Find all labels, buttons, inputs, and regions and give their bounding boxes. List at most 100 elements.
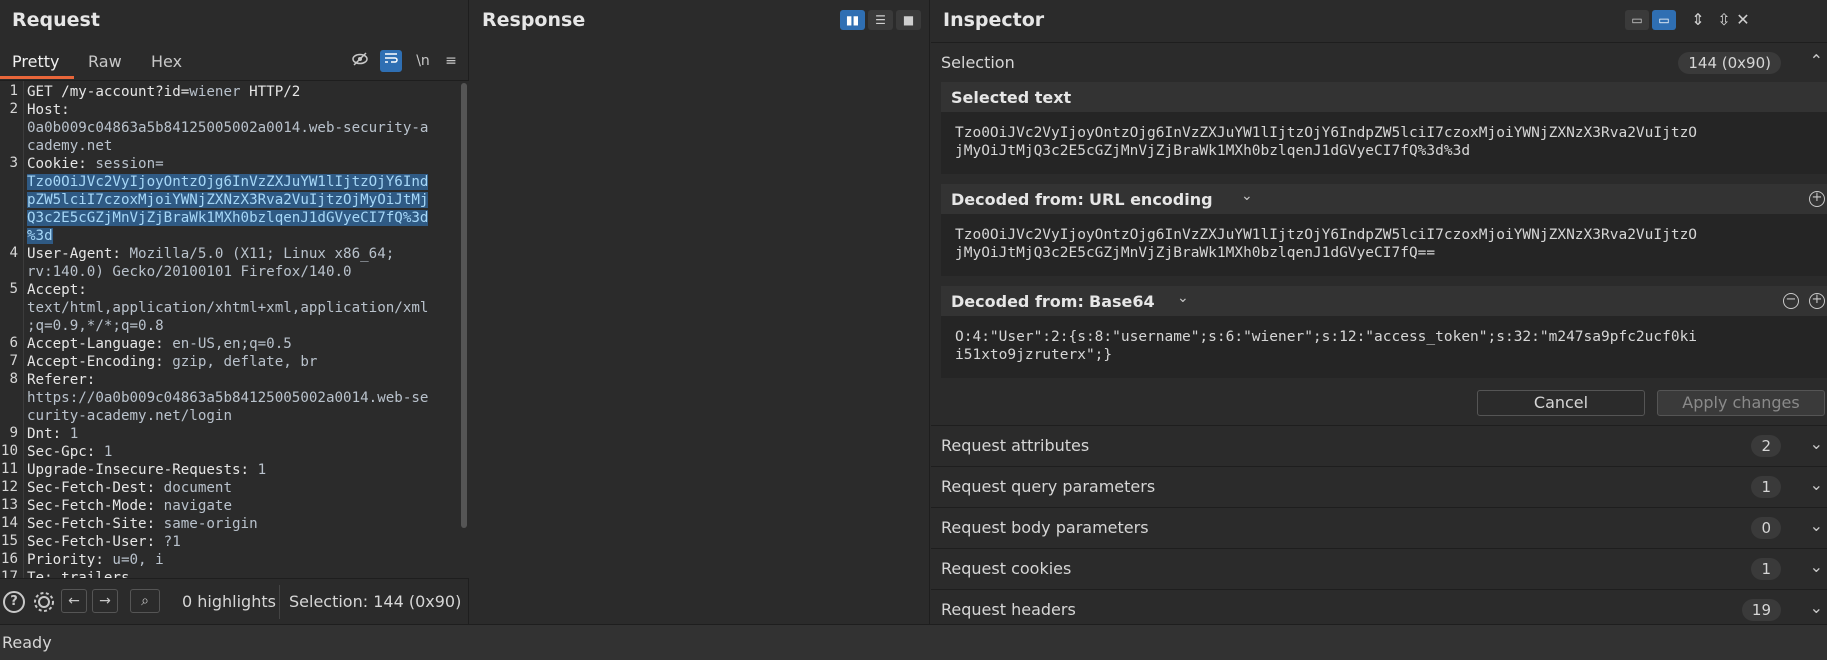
decoded-b64-line: O:4:"User":2:{s:8:"username";s:6:"wiener… bbox=[955, 329, 1698, 345]
header-value: 1 bbox=[257, 462, 267, 478]
header-value: cademy.net bbox=[27, 138, 113, 154]
tab-pretty[interactable]: Pretty bbox=[12, 52, 59, 71]
header-name: Upgrade-Insecure-Requests: bbox=[27, 462, 258, 478]
bottom-separator bbox=[279, 585, 280, 619]
inspector-title: Inspector bbox=[943, 9, 1045, 31]
inspector-section-row[interactable]: Request query parameters 1 ⌄ bbox=[931, 467, 1827, 507]
layout-side-by-side-icon[interactable]: ▮▮ bbox=[840, 10, 865, 30]
cancel-button[interactable]: Cancel bbox=[1477, 390, 1645, 416]
header-value: same-origin bbox=[163, 516, 258, 532]
selected-text-line: Tzo0OiJVc2VyIjoyOntzOjg6InVzZXJuYW1lIjtz… bbox=[955, 125, 1698, 141]
eye-off-icon[interactable] bbox=[349, 50, 371, 72]
code-line: Sec-Fetch-Mode: navigate bbox=[27, 497, 457, 515]
header-name: Accept-Language: bbox=[27, 336, 173, 352]
code-line: GET /my-account?id=wiener HTTP/2 bbox=[27, 83, 457, 101]
chevron-down-icon[interactable]: ⌄ bbox=[1810, 516, 1823, 535]
inspector-layout-left-icon[interactable]: ▭ bbox=[1625, 10, 1649, 30]
line-number: 12 bbox=[0, 479, 18, 495]
collapse-all-icon[interactable]: ⇳ bbox=[1712, 10, 1736, 30]
header-name: Sec-Gpc: bbox=[27, 444, 104, 460]
apply-changes-button[interactable]: Apply changes bbox=[1657, 390, 1825, 416]
active-tab-indicator bbox=[0, 76, 74, 79]
chevron-down-icon[interactable]: ⌄ bbox=[1810, 434, 1823, 453]
layout-stacked-icon[interactable]: ☰ bbox=[868, 10, 893, 30]
search-icon[interactable]: ⌕ bbox=[130, 589, 160, 613]
header-name: Accept-Encoding: bbox=[27, 354, 173, 370]
forward-arrow-icon[interactable]: → bbox=[92, 589, 118, 613]
help-icon[interactable]: ? bbox=[3, 591, 25, 613]
code-line: Tzo0OiJVc2VyIjoyOntzOjg6InVzZXJuYW1lIjtz… bbox=[27, 173, 457, 191]
chevron-down-icon[interactable]: ⌄ bbox=[1241, 188, 1253, 204]
request-bottom-bar: ? ← → ⌕ 0 highlights Selection: 144 (0x9… bbox=[0, 578, 469, 624]
request-code[interactable]: GET /my-account?id=wiener HTTP/2 Host: 0a0… bbox=[27, 83, 457, 578]
header-value: curity-academy.net/login bbox=[27, 408, 232, 424]
header-value: u=0, i bbox=[112, 552, 164, 568]
line-number: 4 bbox=[9, 245, 18, 261]
code-line: Upgrade-Insecure-Requests: 1 bbox=[27, 461, 457, 479]
line-number: 1 bbox=[9, 83, 18, 99]
code-line: Te: trailers bbox=[27, 569, 457, 578]
header-name: User-Agent: bbox=[27, 246, 130, 262]
decoded-url-line: Tzo0OiJVc2VyIjoyOntzOjg6InVzZXJuYW1lIjtz… bbox=[955, 227, 1698, 243]
decoding-select-base64[interactable]: Base64 bbox=[1089, 292, 1155, 311]
header-value: ;q=0.9,*/*;q=0.8 bbox=[27, 318, 164, 334]
code-line: rv:140.0) Gecko/20100101 Firefox/140.0 bbox=[27, 263, 457, 281]
code-line: Cookie: session= bbox=[27, 155, 457, 173]
selected-text-box[interactable]: Tzo0OiJVc2VyIjoyOntzOjg6InVzZXJuYW1lIjtz… bbox=[941, 112, 1827, 174]
remove-decoding-icon[interactable]: − bbox=[1783, 293, 1799, 309]
inspector-section-row[interactable]: Request cookies 1 ⌄ bbox=[931, 549, 1827, 589]
chevron-down-icon[interactable]: ⌄ bbox=[1810, 475, 1823, 494]
decoded-b64-box[interactable]: O:4:"User":2:{s:8:"username";s:6:"wiener… bbox=[941, 316, 1827, 378]
inspector-section-row[interactable]: Request body parameters 0 ⌄ bbox=[931, 508, 1827, 548]
menu-icon[interactable]: ≡ bbox=[440, 50, 462, 72]
section-count-badge: 1 bbox=[1751, 558, 1781, 580]
code-line: 0a0b009c04863a5b84125005002a0014.web-sec… bbox=[27, 119, 457, 137]
chevron-down-icon[interactable]: ⌄ bbox=[1810, 557, 1823, 576]
newline-icon[interactable]: \n bbox=[412, 50, 434, 72]
close-icon[interactable]: ✕ bbox=[1736, 10, 1750, 30]
expand-all-icon[interactable]: ⇕ bbox=[1686, 10, 1710, 30]
header-value: https://0a0b009c04863a5b84125005002a0014… bbox=[27, 390, 429, 406]
chevron-down-icon[interactable]: ⌄ bbox=[1810, 598, 1823, 617]
decoded-url-header: Decoded from: URL encoding ⌄ + bbox=[941, 184, 1827, 214]
header-value: gzip, deflate, br bbox=[172, 354, 318, 370]
selected-text-line: jMyOiJtMjQ3c2E5cGZjMnVjZjBraWk1MXh0bzlqe… bbox=[955, 143, 1471, 159]
request-editor[interactable]: GET /my-account?id=wiener HTTP/2 Host: 0a0… bbox=[0, 81, 469, 578]
tab-raw[interactable]: Raw bbox=[88, 52, 122, 71]
code-line: %3d bbox=[27, 227, 457, 245]
tab-hex[interactable]: Hex bbox=[151, 52, 182, 71]
request-panel: Request Pretty Raw Hex \n ≡ GET /my-acco… bbox=[0, 0, 469, 624]
header-name: Sec-Fetch-Site: bbox=[27, 516, 164, 532]
header-value: navigate bbox=[163, 498, 233, 514]
wrap-icon[interactable] bbox=[380, 50, 402, 72]
chevron-down-icon[interactable]: ⌄ bbox=[1177, 290, 1189, 306]
code-line: pZW5lciI7czoxMjoiYWNjZXNzX3Rva2VuIjtzOjM… bbox=[27, 191, 457, 209]
decoding-select-url[interactable]: URL encoding bbox=[1089, 190, 1213, 209]
decoded-url-box[interactable]: Tzo0OiJVc2VyIjoyOntzOjg6InVzZXJuYW1lIjtz… bbox=[941, 214, 1827, 276]
line-number: 10 bbox=[0, 443, 18, 459]
header-name: Sec-Fetch-Mode: bbox=[27, 498, 164, 514]
line-number: 3 bbox=[9, 155, 18, 171]
selection-section-header[interactable]: Selection 144 (0x90) ⌃ bbox=[931, 43, 1827, 83]
header-name: Sec-Fetch-User: bbox=[27, 534, 164, 550]
back-arrow-icon[interactable]: ← bbox=[61, 589, 87, 613]
add-decoding-icon[interactable]: + bbox=[1809, 191, 1825, 207]
code-line: User-Agent: Mozilla/5.0 (X11; Linux x86_… bbox=[27, 245, 457, 263]
line-number: 16 bbox=[0, 551, 18, 567]
code-line: Dnt: 1 bbox=[27, 425, 457, 443]
header-name: Accept: bbox=[27, 282, 87, 298]
gear-icon[interactable] bbox=[31, 589, 57, 615]
editor-scrollbar[interactable] bbox=[461, 83, 467, 528]
layout-single-icon[interactable]: ■ bbox=[896, 10, 921, 30]
section-count-badge: 19 bbox=[1741, 599, 1781, 621]
inspector-layout-right-icon[interactable]: ▭ bbox=[1652, 10, 1676, 30]
chevron-up-icon[interactable]: ⌃ bbox=[1810, 51, 1823, 70]
decoded-from-label: Decoded from: bbox=[951, 292, 1084, 311]
header-value: document bbox=[163, 480, 233, 496]
inspector-section-row[interactable]: Request attributes 2 ⌄ bbox=[931, 426, 1827, 466]
decoded-b64-header: Decoded from: Base64 ⌄ − + bbox=[941, 286, 1827, 316]
add-decoding-icon[interactable]: + bbox=[1809, 293, 1825, 309]
section-label: Request query parameters bbox=[941, 477, 1156, 496]
request-title: Request bbox=[12, 9, 100, 31]
line-number: 8 bbox=[9, 371, 18, 387]
